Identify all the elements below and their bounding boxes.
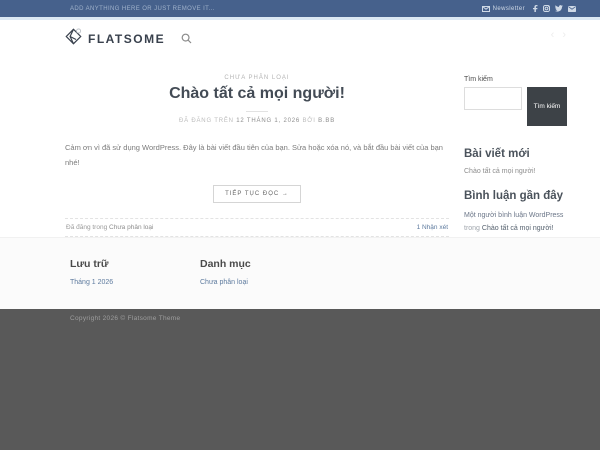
topbar: ADD ANYTHING HERE OR JUST REMOVE IT... N…: [0, 0, 600, 17]
post-title-link[interactable]: Chào tất cả mọi người!: [65, 85, 449, 103]
topbar-message: ADD ANYTHING HERE OR JUST REMOVE IT...: [70, 5, 215, 12]
next-arrow-icon[interactable]: ›: [562, 29, 574, 41]
sidebar-search-input[interactable]: [464, 87, 522, 110]
read-more-button[interactable]: TIẾP TỤC ĐỌC →: [213, 185, 301, 204]
recent-posts-title: Bài viết mới: [464, 148, 530, 160]
categories-title: Danh mục: [200, 258, 251, 271]
meta-date: 12 THÁNG 1, 2026: [236, 118, 300, 124]
search-widget: Tìm kiếm Tìm kiếm: [464, 76, 567, 126]
recent-post-link[interactable]: Chào tất cả mọi người!: [464, 168, 567, 175]
read-more-wrap: TIẾP TỤC ĐỌC →: [65, 182, 449, 204]
search-row: Tìm kiếm: [464, 87, 567, 126]
blog-post-list: CHƯA PHÂN LOẠI Chào tất cả mọi người! ĐÃ…: [65, 75, 449, 238]
topbar-right: Newsletter: [481, 5, 576, 12]
categories-link[interactable]: Chưa phân loại: [200, 279, 248, 286]
meta-prefix: ĐÃ ĐĂNG TRÊN: [178, 118, 234, 124]
instagram-icon[interactable]: [543, 5, 550, 12]
sidebar-search-button[interactable]: Tìm kiếm: [527, 87, 567, 126]
recent-posts-widget: Bài viết mới Chào tất cả mọi người!: [464, 148, 567, 175]
post-category-link[interactable]: CHƯA PHÂN LOẠI: [65, 75, 449, 81]
recent-comments-widget: Bình luận gần đây Một người bình luận Wo…: [464, 190, 567, 236]
email-icon[interactable]: [568, 5, 576, 12]
social-icons: [532, 5, 576, 12]
categories-widget: Danh mục Chưa phân loại: [200, 258, 330, 291]
flatsome-logo-icon: [65, 27, 82, 50]
comment-author-link[interactable]: Một người bình luận WordPress: [464, 212, 563, 219]
site-header: FLATSOME ‹›: [0, 20, 600, 57]
post-footer-meta: Đã đăng trong Chưa phân loại 1 Nhận xét: [65, 218, 449, 238]
posted-in: Đã đăng trong Chưa phân loại: [66, 224, 153, 231]
archives-title: Lưu trữ: [70, 258, 109, 271]
archives-link[interactable]: Tháng 1 2026: [70, 279, 113, 286]
comment-post-link[interactable]: Chào tất cả mọi người!: [482, 225, 554, 232]
read-more-label: TIẾP TỤC ĐỌC: [225, 191, 280, 198]
logo-text: FLATSOME: [88, 31, 166, 46]
twitter-icon[interactable]: [555, 5, 563, 12]
sidebar: Tìm kiếm Tìm kiếm Bài viết mới Chào tất …: [464, 75, 567, 237]
recent-comments-title: Bình luận gần đây: [464, 190, 564, 202]
page-content: CHƯA PHÂN LOẠI Chào tất cả mọi người! ĐÃ…: [0, 57, 600, 238]
site-logo[interactable]: FLATSOME: [65, 27, 166, 50]
envelope-icon: [481, 5, 490, 12]
prev-arrow-icon[interactable]: ‹: [551, 29, 563, 41]
footer-dark: Copyright 2026 © Flatsome Theme: [0, 309, 600, 450]
title-divider: [246, 111, 268, 112]
footer-widgets: Lưu trữ Tháng 1 2026 Danh mục Chưa phân …: [0, 237, 600, 310]
newsletter-link[interactable]: Newsletter: [481, 5, 525, 12]
newsletter-label: Newsletter: [492, 5, 525, 12]
header-nav-arrows[interactable]: ‹›: [551, 29, 574, 41]
recent-comment-item: Một người bình luận WordPress trong Chào…: [464, 210, 567, 236]
meta-author-link[interactable]: B.BB: [318, 118, 335, 124]
copyright-text: Copyright 2026 © Flatsome Theme: [70, 315, 181, 323]
archives-widget: Lưu trữ Tháng 1 2026: [70, 258, 200, 291]
post-article: CHƯA PHÂN LOẠI Chào tất cả mọi người! ĐÃ…: [65, 75, 449, 238]
meta-by: BỞI: [302, 118, 316, 124]
arrow-right-icon: →: [281, 191, 289, 198]
facebook-icon[interactable]: [532, 5, 538, 12]
comment-connector: trong: [464, 224, 480, 232]
search-icon[interactable]: [181, 33, 192, 44]
search-widget-label: Tìm kiếm: [464, 76, 493, 83]
posted-in-label: Đã đăng trong: [66, 224, 108, 232]
post-excerpt: Cảm ơn vì đã sử dụng WordPress. Đây là b…: [65, 143, 443, 167]
comments-count-link[interactable]: 1 Nhận xét: [417, 224, 448, 231]
posted-in-category-link[interactable]: Chưa phân loại: [109, 224, 153, 231]
post-meta: ĐÃ ĐĂNG TRÊN 12 THÁNG 1, 2026 BỞI B.BB: [65, 118, 449, 124]
